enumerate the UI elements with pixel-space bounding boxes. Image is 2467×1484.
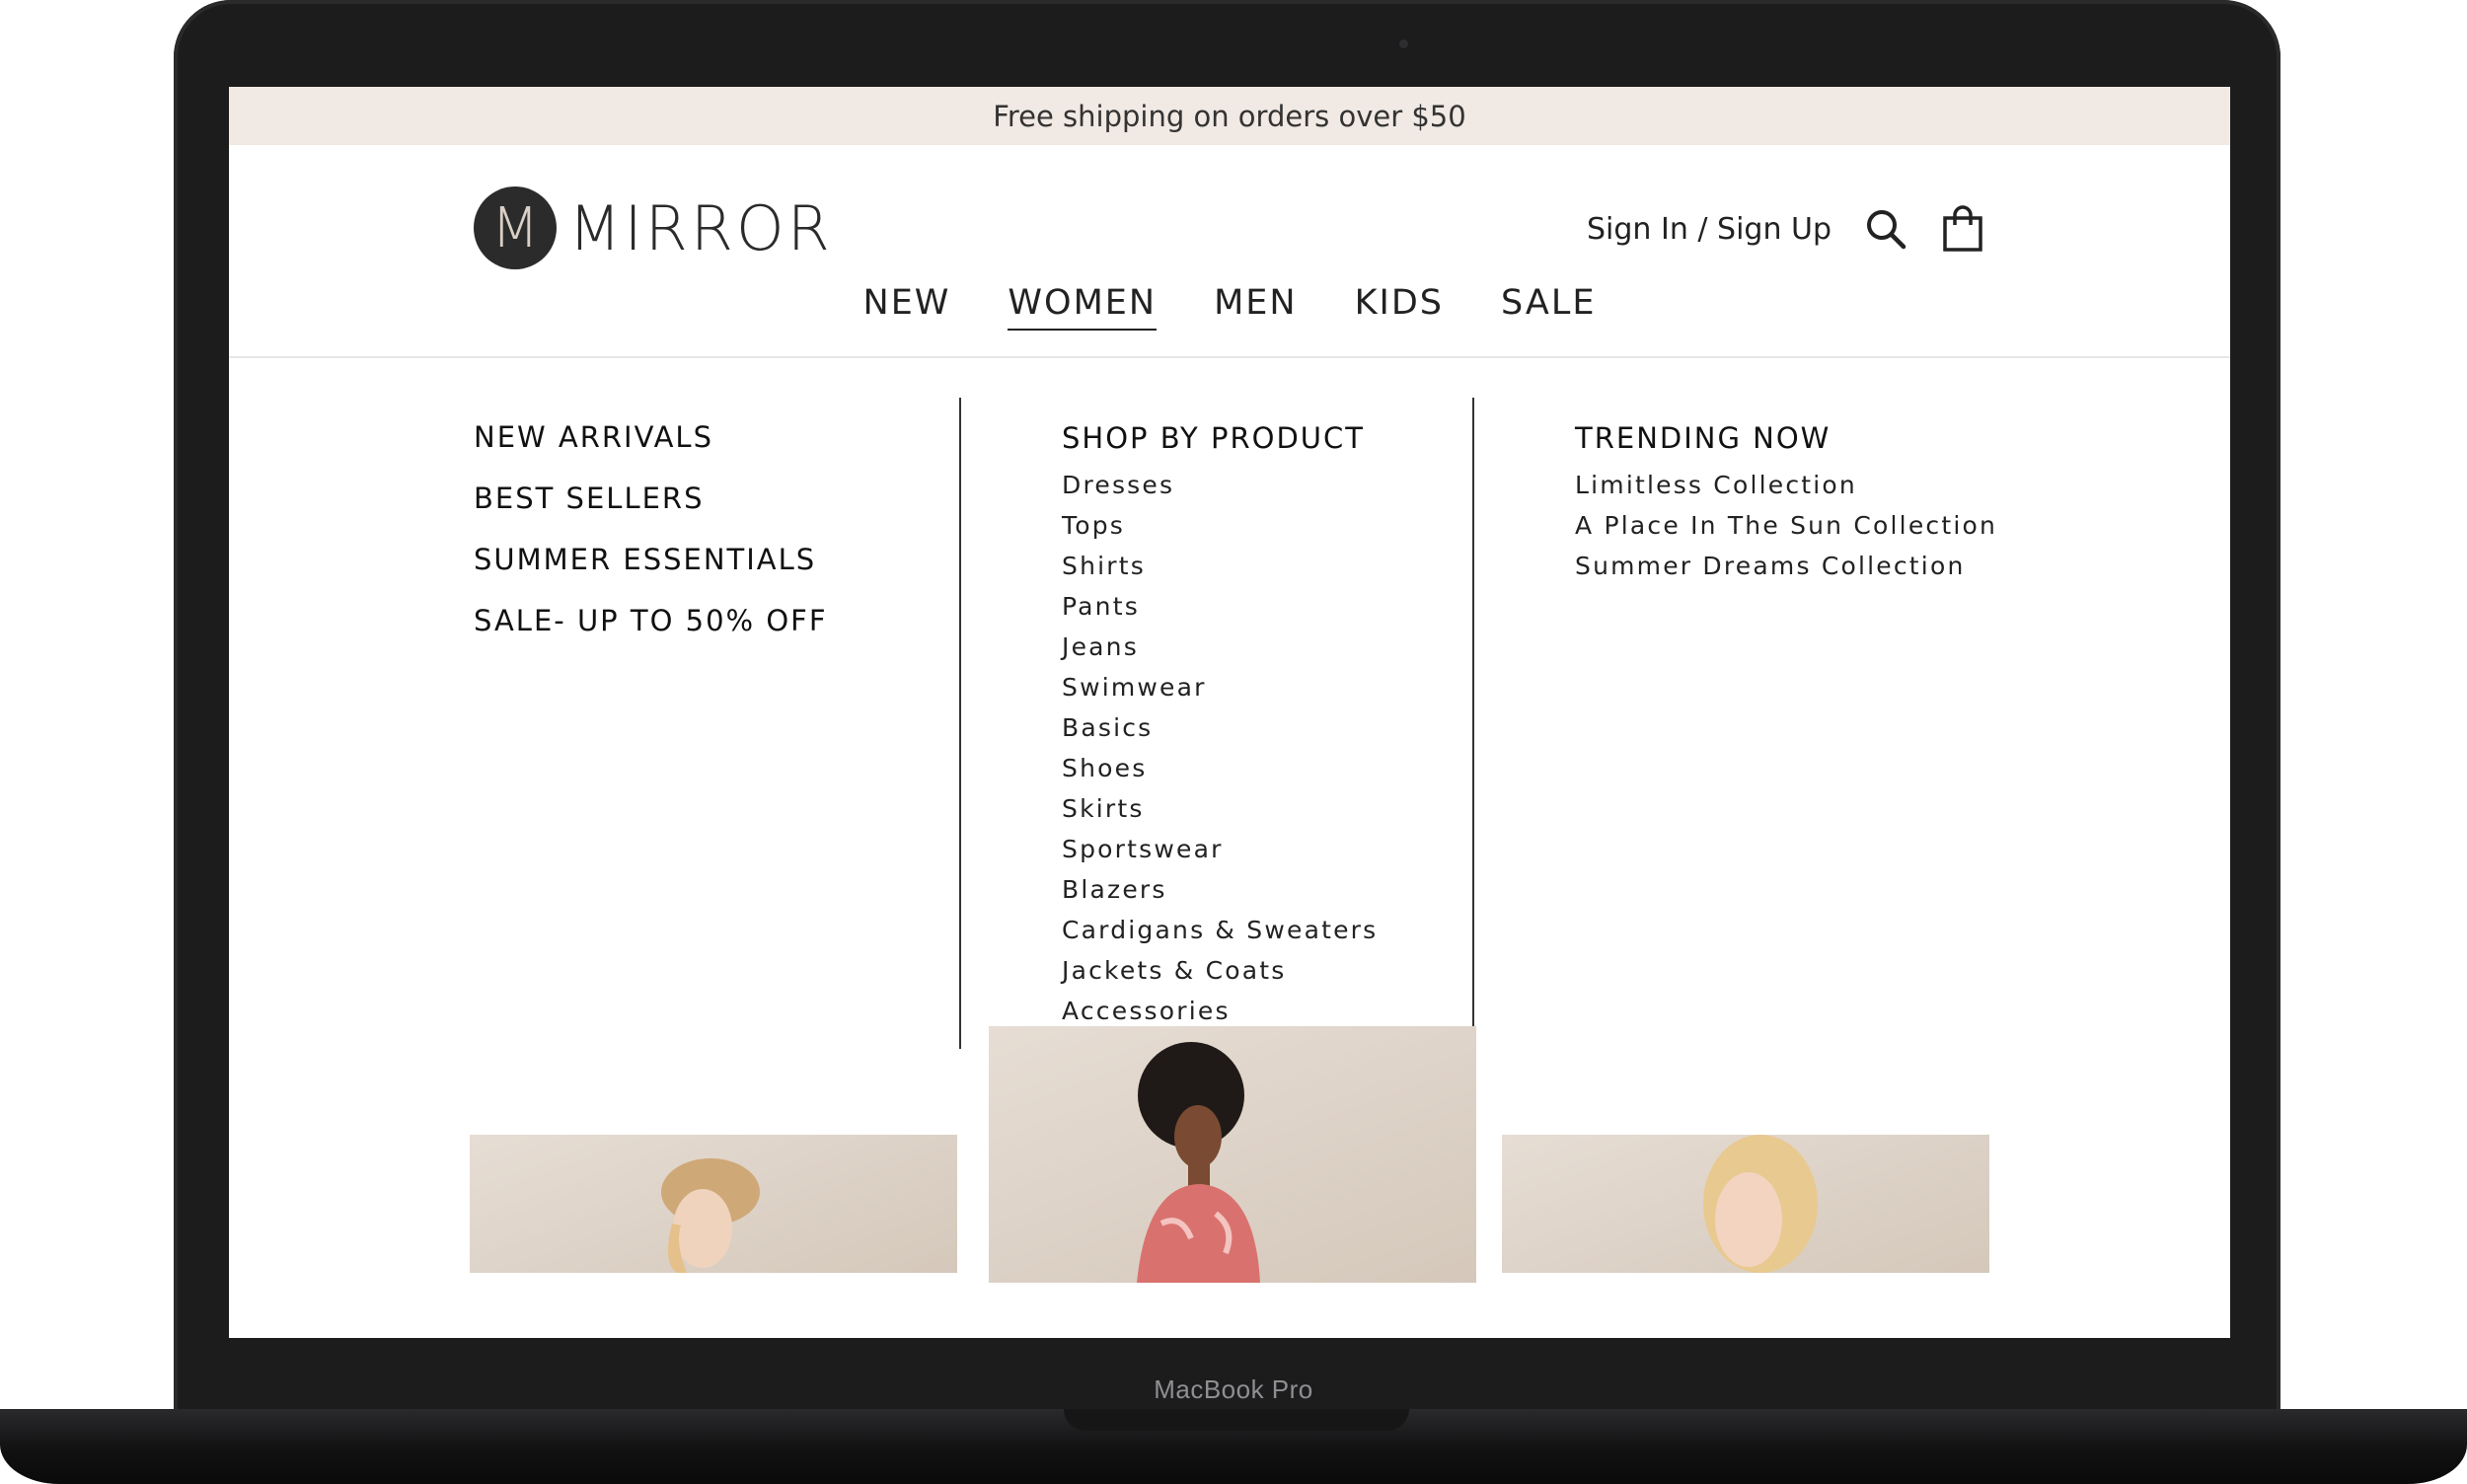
laptop-base (0, 1409, 2467, 1484)
browser-screen: Free shipping on orders over $50 M MIRRO… (229, 87, 2230, 1338)
sign-in-link[interactable]: Sign In / Sign Up (1587, 212, 1832, 247)
product-link[interactable]: Shirts (1062, 546, 1378, 586)
trending-link[interactable]: A Place In The Sun Collection (1575, 505, 1997, 546)
product-link[interactable]: Pants (1062, 586, 1378, 627)
product-link[interactable]: Skirts (1062, 788, 1378, 829)
product-link[interactable]: Cardigans & Sweaters (1062, 910, 1378, 950)
logo-text: MIRROR (568, 191, 833, 264)
featured-link-sale[interactable]: SALE- UP TO 50% OFF (474, 607, 828, 635)
trending-links: Limitless Collection A Place In The Sun … (1575, 465, 1997, 586)
column-divider (1472, 398, 1474, 1049)
product-links: Dresses Tops Shirts Pants Jeans Swimwear… (1062, 465, 1378, 1031)
laptop-notch (1064, 1409, 1409, 1431)
product-image[interactable] (989, 1026, 1476, 1283)
nav-sale[interactable]: SALE (1501, 283, 1596, 331)
trending-heading: TRENDING NOW (1575, 421, 1832, 455)
product-link[interactable]: Jackets & Coats (1062, 950, 1378, 991)
product-link[interactable]: Dresses (1062, 465, 1378, 505)
nav-new[interactable]: NEW (863, 283, 951, 331)
column-divider (959, 398, 961, 1049)
site-header: M MIRROR Sign In / Sign Up NEW WOMEN MEN (229, 145, 2230, 358)
featured-link-summer-essentials[interactable]: SUMMER ESSENTIALS (474, 546, 828, 574)
product-link[interactable]: Blazers (1062, 869, 1378, 910)
header-actions: Sign In / Sign Up (1587, 204, 1985, 254)
nav-kids[interactable]: KIDS (1355, 283, 1444, 331)
search-icon[interactable] (1863, 204, 1908, 254)
featured-column: NEW ARRIVALS BEST SELLERS SUMMER ESSENTI… (474, 423, 828, 668)
product-link[interactable]: Shoes (1062, 748, 1378, 788)
product-image[interactable] (1502, 1135, 1989, 1273)
model-label: MacBook Pro (1154, 1374, 1313, 1404)
site-logo[interactable]: M MIRROR (474, 186, 833, 269)
product-link[interactable]: Sportswear (1062, 829, 1378, 869)
trending-link[interactable]: Limitless Collection (1575, 465, 1997, 505)
featured-link-best-sellers[interactable]: BEST SELLERS (474, 484, 828, 513)
nav-men[interactable]: MEN (1214, 283, 1298, 331)
product-link[interactable]: Jeans (1062, 627, 1378, 667)
main-nav: NEW WOMEN MEN KIDS SALE (229, 283, 2230, 331)
trending-column: TRENDING NOW Limitless Collection A Plac… (1575, 398, 1997, 586)
promo-text: Free shipping on orders over $50 (993, 99, 1466, 133)
featured-link-new-arrivals[interactable]: NEW ARRIVALS (474, 423, 828, 452)
product-link[interactable]: Accessories (1062, 991, 1378, 1031)
product-link[interactable]: Tops (1062, 505, 1378, 546)
shop-by-product-heading: SHOP BY PRODUCT (1062, 421, 1365, 455)
camera-dot (1399, 39, 1408, 48)
shop-by-product-column: SHOP BY PRODUCT Dresses Tops Shirts Pant… (1062, 398, 1378, 1031)
logo-mark: M (474, 186, 557, 269)
shopping-bag-icon[interactable] (1940, 204, 1985, 254)
promo-bar: Free shipping on orders over $50 (229, 87, 2230, 145)
trending-link[interactable]: Summer Dreams Collection (1575, 546, 1997, 586)
product-link[interactable]: Basics (1062, 707, 1378, 748)
product-link[interactable]: Swimwear (1062, 667, 1378, 707)
nav-women[interactable]: WOMEN (1008, 283, 1158, 331)
product-image[interactable] (470, 1135, 957, 1273)
